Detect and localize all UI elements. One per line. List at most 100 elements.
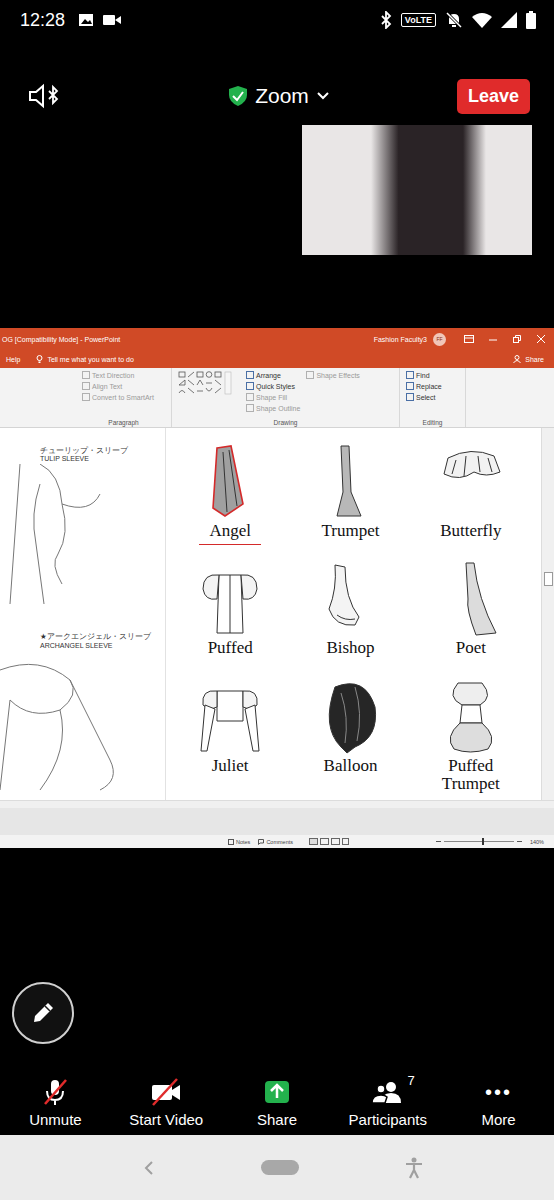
sleeve-drawing-icon	[195, 677, 265, 757]
leave-button[interactable]: Leave	[457, 79, 530, 114]
ribbon-command[interactable]: Shape Effects	[306, 371, 359, 379]
view-icons[interactable]	[309, 838, 349, 845]
sketch-label-japanese: ★アークエンジェル・スリーブ	[40, 632, 165, 641]
ribbon-command[interactable]: Find	[406, 371, 442, 379]
shield-check-icon	[229, 86, 247, 106]
zoom-slider[interactable]	[436, 841, 522, 842]
annotate-button[interactable]	[12, 982, 74, 1044]
ribbon-command[interactable]: Arrange	[246, 371, 300, 379]
ribbon-command[interactable]: Shape Outline	[246, 404, 300, 412]
share-button[interactable]: Share	[222, 1075, 333, 1135]
ribbon-command[interactable]: Shape Fill	[246, 393, 300, 401]
microphone-icon	[40, 1077, 70, 1107]
reference-sketch: チューリップ・スリーブTULIP SLEEVE★アークエンジェル・スリーブARC…	[0, 428, 166, 800]
zoom-percent[interactable]: 140%	[530, 839, 544, 845]
sleeve-drawing-icon	[436, 677, 506, 757]
video-button[interactable]: Start Video	[111, 1075, 222, 1135]
image-icon	[78, 13, 94, 27]
zoom-thumb[interactable]	[482, 838, 484, 845]
participants-button[interactable]: 7Participants	[332, 1075, 443, 1135]
sleeve-item: Bishop	[290, 559, 410, 676]
close-icon[interactable]	[536, 335, 546, 343]
sleeve-item: Puffed	[170, 559, 290, 676]
sleeve-item: Balloon	[290, 677, 410, 796]
tool-label: Unmute	[29, 1111, 82, 1128]
back-icon[interactable]	[142, 1160, 156, 1176]
menu-item[interactable]: Help	[6, 356, 20, 363]
ribbon-command[interactable]: Replace	[406, 382, 442, 390]
command-icon	[246, 393, 254, 401]
ribbon-command[interactable]: Select	[406, 393, 442, 401]
status-right: VoLTE	[380, 11, 536, 29]
shapes-gallery-icon[interactable]	[178, 371, 240, 395]
mic-button[interactable]: Unmute	[0, 1075, 111, 1135]
sleeve-item: Butterfly	[411, 442, 531, 559]
meeting-toolbar: Unmute Start Video Share7Participants•••Mo…	[0, 1075, 554, 1135]
ribbon-command[interactable]: Text Direction	[82, 371, 154, 379]
wifi-icon	[472, 12, 492, 28]
user-avatar[interactable]: FF	[433, 333, 446, 346]
tool-icon-wrap: 7	[371, 1077, 405, 1107]
comments-button[interactable]: Comments	[258, 839, 293, 845]
self-video[interactable]	[302, 125, 532, 255]
zoom-track	[444, 841, 514, 842]
document-title: OG [Compatibility Mode] - PowerPoint	[2, 336, 120, 343]
sketch-section: ★アークエンジェル・スリーブARCHANGEL SLEEVE	[0, 614, 165, 800]
status-bar: 12:28 VoLTE	[0, 0, 554, 40]
zoom-in-icon[interactable]	[517, 841, 522, 842]
bluetooth-icon	[380, 11, 392, 29]
ribbon-command[interactable]: Convert to SmartArt	[82, 393, 154, 401]
sleeve-item: Juliet	[170, 677, 290, 796]
share-menu-button[interactable]: Share	[513, 355, 544, 363]
notes-button[interactable]: Notes	[228, 839, 250, 845]
sketch-label-english: ARCHANGEL SLEEVE	[40, 642, 165, 651]
scroll-thumb[interactable]	[544, 572, 553, 586]
accessibility-icon[interactable]	[404, 1157, 424, 1179]
ribbon-command[interactable]: Align Text	[82, 382, 154, 390]
slide-area: チューリップ・スリーブTULIP SLEEVE★アークエンジェル・スリーブARC…	[0, 428, 554, 800]
window-controls	[464, 335, 546, 343]
navigation-bar	[0, 1135, 554, 1200]
horizontal-scrollbar[interactable]	[0, 800, 554, 808]
sleeve-drawing-icon	[315, 559, 385, 639]
sleeve-label: Poet	[456, 639, 486, 660]
minimize-icon[interactable]	[488, 335, 498, 343]
command-icon	[246, 382, 254, 390]
restore-icon[interactable]	[512, 335, 522, 343]
powerpoint-status-bar: Notes Comments 140%	[0, 835, 554, 848]
audio-output-button[interactable]	[28, 83, 62, 109]
zoom-out-icon[interactable]	[436, 841, 441, 842]
tell-me-search[interactable]: Tell me what you want to do	[36, 355, 133, 363]
ribbon-commands: Find Replace Select	[406, 371, 442, 415]
tool-label: Start Video	[129, 1111, 203, 1128]
ribbon-group-label: Paragraph	[82, 419, 165, 426]
figure-sketch	[0, 650, 160, 800]
ribbon-group: Text Direction Align Text Convert to Sma…	[0, 368, 172, 427]
sleeve-drawing-icon	[315, 442, 385, 522]
comment-icon	[258, 839, 264, 845]
ribbon: Text Direction Align Text Convert to Sma…	[0, 368, 554, 428]
slide: チューリップ・スリーブTULIP SLEEVE★アークエンジェル・スリーブARC…	[0, 428, 541, 800]
sleeve-label: Butterfly	[440, 522, 501, 543]
home-button[interactable]	[261, 1160, 299, 1175]
command-icon	[82, 382, 90, 390]
participant-count: 7	[408, 1073, 415, 1088]
sketch-label: ★アークエンジェル・スリーブARCHANGEL SLEEVE	[0, 632, 165, 650]
battery-icon	[526, 11, 536, 29]
sleeve-item: Trumpet	[290, 442, 410, 559]
speaker-bluetooth-icon	[28, 83, 62, 109]
meeting-title[interactable]: Zoom	[229, 84, 329, 108]
sleeve-label: Puffed	[208, 639, 253, 660]
sleeve-drawing-icon	[436, 442, 506, 522]
share-arrow-icon	[262, 1077, 292, 1107]
clock: 12:28	[20, 10, 65, 31]
powerpoint-title-bar: OG [Compatibility Mode] - PowerPointFash…	[0, 328, 554, 350]
spacer	[0, 255, 554, 328]
camera-icon	[149, 1077, 183, 1107]
more-button[interactable]: •••More	[443, 1075, 554, 1135]
ribbon-command[interactable]: Quick Styles	[246, 382, 300, 390]
shared-screen: OG [Compatibility Mode] - PowerPointFash…	[0, 328, 554, 848]
ribbon-display-icon[interactable]	[464, 335, 474, 343]
sketch-label-english: TULIP SLEEVE	[40, 455, 165, 464]
vertical-scrollbar[interactable]	[541, 428, 554, 800]
